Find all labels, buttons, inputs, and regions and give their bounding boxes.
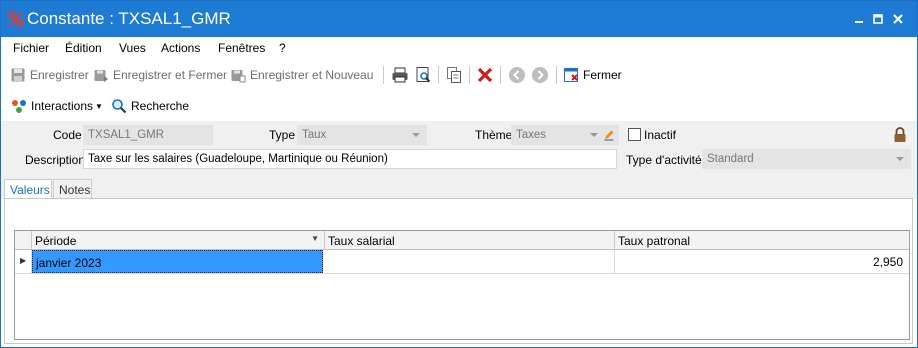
toolbar-separator [469, 66, 470, 84]
column-header-periode[interactable]: Période ▼ [32, 231, 325, 250]
save-and-close-button[interactable]: Enregistrer et Fermer [93, 66, 227, 84]
close-form-icon [564, 68, 578, 82]
lock-icon [894, 127, 906, 142]
search-icon [112, 99, 127, 114]
floppy-disk-icon [11, 68, 25, 82]
column-header-taux-patronal[interactable]: Taux patronal [615, 231, 909, 250]
menu-help[interactable]: ? [279, 41, 286, 55]
code-label: Code [53, 128, 82, 142]
interactions-icon [12, 100, 26, 113]
save-and-close-label: Enregistrer et Fermer [113, 68, 228, 82]
chevron-down-icon: ▼ [95, 101, 103, 111]
save-and-new-label: Enregistrer et Nouveau [250, 68, 374, 82]
row-indicator: ▶ [15, 250, 32, 273]
menu-fichier[interactable]: Fichier [13, 41, 49, 55]
table-row[interactable]: ▶ janvier 2023 2,950 [15, 250, 909, 274]
print-icon[interactable] [391, 66, 409, 84]
code-field[interactable]: TXSAL1_GMR [83, 125, 213, 145]
activity-type-label: Type d'activité [626, 153, 702, 167]
maximize-button[interactable] [870, 11, 886, 27]
menu-edition[interactable]: Édition [65, 41, 102, 55]
main-toolbar: Enregistrer Enregistrer et Fermer Enregi… [1, 61, 917, 89]
save-close-icon [94, 70, 108, 82]
description-field[interactable]: Taxe sur les salaires (Guadeloupe, Marti… [83, 149, 617, 169]
interactions-label: Interactions [31, 99, 94, 113]
type-label: Type [269, 128, 296, 142]
tab-content-valeurs: Période ▼ Taux salarial Taux patronal ▶ … [4, 198, 913, 344]
column-header-taux-salarial[interactable]: Taux salarial [325, 231, 615, 250]
grid-header: Période ▼ Taux salarial Taux patronal [15, 231, 909, 250]
window-title: Constante : TXSAL1_GMR [27, 9, 231, 28]
current-row-arrow-icon: ▶ [20, 256, 27, 265]
type-value: Taux [302, 129, 327, 141]
next-record-icon[interactable] [531, 66, 549, 84]
toolbar-separator [556, 66, 557, 84]
row-indicator-header [15, 231, 32, 250]
search-button[interactable]: Recherche [111, 97, 189, 115]
copy-document-icon[interactable] [445, 66, 463, 84]
save-button[interactable]: Enregistrer [10, 66, 89, 84]
menu-bar: Fichier Édition Vues Actions Fenêtres ? [1, 37, 917, 59]
toolbar-separator [383, 66, 384, 84]
cell-taux-patronal[interactable]: 2,950 [615, 250, 909, 273]
activity-type-select[interactable]: Standard [702, 149, 911, 169]
previous-record-icon[interactable] [508, 66, 526, 84]
close-label: Fermer [583, 68, 622, 82]
toolbar-separator [500, 66, 501, 84]
menu-fenetres[interactable]: Fenêtres [218, 41, 265, 55]
tab-valeurs[interactable]: Valeurs [4, 179, 52, 200]
type-select[interactable]: Taux [297, 125, 427, 145]
inactive-checkbox[interactable] [628, 128, 641, 141]
percent-app-icon [8, 11, 24, 27]
interactions-dropdown[interactable]: Interactions ▼ [11, 97, 103, 115]
secondary-toolbar: Interactions ▼ Recherche [1, 93, 917, 119]
chevron-down-icon [896, 157, 904, 161]
menu-vues[interactable]: Vues [119, 41, 146, 55]
save-label: Enregistrer [30, 68, 89, 82]
cell-periode[interactable]: janvier 2023 [32, 250, 323, 273]
cell-taux-salarial[interactable] [325, 250, 615, 273]
description-label: Description [25, 153, 86, 167]
close-button[interactable]: Fermer [563, 66, 622, 84]
print-preview-icon[interactable] [414, 66, 432, 84]
save-new-icon [231, 70, 246, 83]
constant-form: Code TXSAL1_GMR Type Taux Thème Taxes In… [1, 121, 917, 177]
toolbar-separator [438, 66, 439, 84]
menu-actions[interactable]: Actions [161, 41, 200, 55]
values-grid: Période ▼ Taux salarial Taux patronal ▶ … [14, 230, 910, 340]
column-header-periode-label: Période [35, 234, 77, 248]
activity-type-value: Standard [707, 153, 754, 165]
filter-dropdown-icon[interactable]: ▼ [311, 234, 319, 243]
tab-notes[interactable]: Notes [53, 179, 92, 199]
chevron-down-icon [412, 133, 420, 137]
delete-icon[interactable] [476, 66, 494, 84]
search-label: Recherche [131, 99, 190, 113]
theme-value: Taxes [516, 129, 547, 141]
tab-strip: Valeurs Notes [1, 177, 917, 200]
edit-pencil-icon[interactable] [603, 129, 615, 141]
minimize-button[interactable] [851, 11, 867, 27]
title-bar[interactable]: Constante : TXSAL1_GMR [1, 1, 917, 37]
theme-select[interactable]: Taxes [511, 125, 619, 145]
theme-label: Thème [475, 128, 513, 142]
save-and-new-button[interactable]: Enregistrer et Nouveau [230, 66, 373, 84]
inactive-label: Inactif [644, 128, 677, 142]
close-window-button[interactable] [890, 11, 906, 27]
chevron-down-icon [590, 133, 598, 137]
window: Constante : TXSAL1_GMR Fichier Édition V… [0, 0, 918, 348]
